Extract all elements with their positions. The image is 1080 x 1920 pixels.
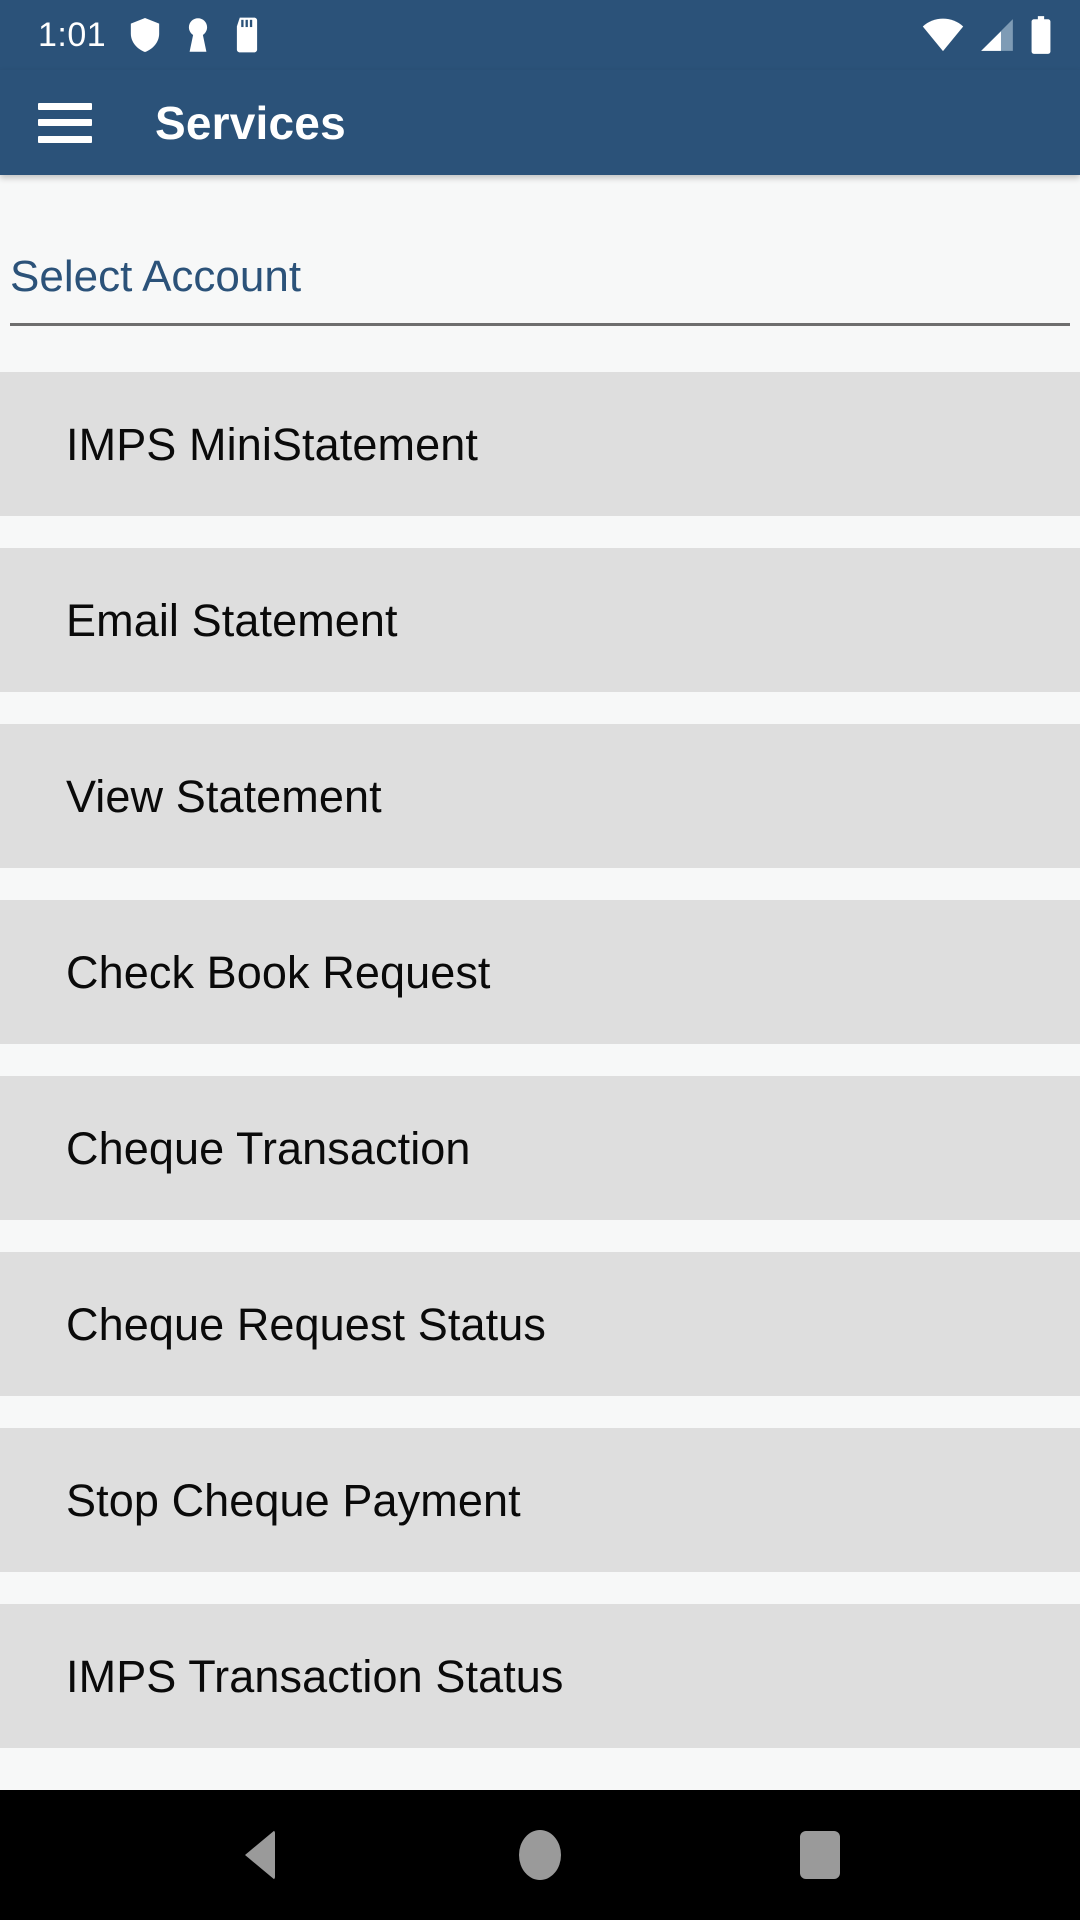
recents-square-icon [800,1831,840,1879]
home-button[interactable] [480,1790,600,1920]
battery-icon [1031,16,1051,54]
service-list-item[interactable]: IMPS MiniStatement [0,372,1080,517]
status-bar-clock: 1:01 [38,16,107,54]
hamburger-line [38,102,92,110]
service-list-item-label: Stop Cheque Payment [66,1474,521,1526]
service-list-item[interactable]: Email Statement [0,548,1080,693]
service-list-item[interactable]: Cheque Transaction [0,1076,1080,1221]
back-triangle-icon [245,1830,275,1880]
android-navigation-bar [0,1790,1080,1920]
service-list-item[interactable]: Check Book Request [0,900,1080,1045]
service-list-item-label: IMPS Transaction Status [66,1650,564,1702]
service-list-item[interactable]: View Statement [0,724,1080,869]
hamburger-line [38,135,92,143]
back-button[interactable] [200,1790,320,1920]
service-list-item-label: Cheque Transaction [66,1122,471,1174]
status-bar-left: 1:01 [38,16,260,54]
status-bar-right [922,16,1052,54]
hamburger-line [38,119,92,126]
services-list: IMPS MiniStatement Email Statement View St… [0,372,1080,1749]
service-list-item[interactable]: Cheque Request Status [0,1252,1080,1397]
service-list-item-label: Check Book Request [66,946,491,998]
service-list-item-label: Cheque Request Status [66,1298,546,1350]
app-bar: Services [0,70,1080,175]
service-list-item-label: Email Statement [66,594,398,646]
service-list-item-label: View Statement [66,770,382,822]
service-list-item[interactable]: Stop Cheque Payment [0,1428,1080,1573]
cellular-signal-icon [981,19,1013,51]
account-spinner[interactable]: Select Account [0,175,1080,327]
recents-button[interactable] [760,1790,880,1920]
vpn-key-icon [189,18,208,52]
account-spinner-label: Select Account [10,252,302,301]
shield-icon [131,18,160,52]
hamburger-menu-icon[interactable] [38,102,92,143]
page-title: Services [155,96,346,149]
sd-card-icon [237,17,258,53]
home-circle-icon [519,1830,561,1880]
status-bar: 1:01 [0,0,1080,70]
main-content: Select Account IMPS MiniStatement Email S… [0,175,1080,1790]
service-list-item[interactable]: IMPS Transaction Status [0,1604,1080,1749]
account-spinner-underline [10,323,1070,327]
wifi-icon [922,18,964,52]
phone-screen: 1:01 Services Select Account IMPS MiniSt… [0,0,1080,1920]
service-list-item-label: IMPS MiniStatement [66,418,478,470]
